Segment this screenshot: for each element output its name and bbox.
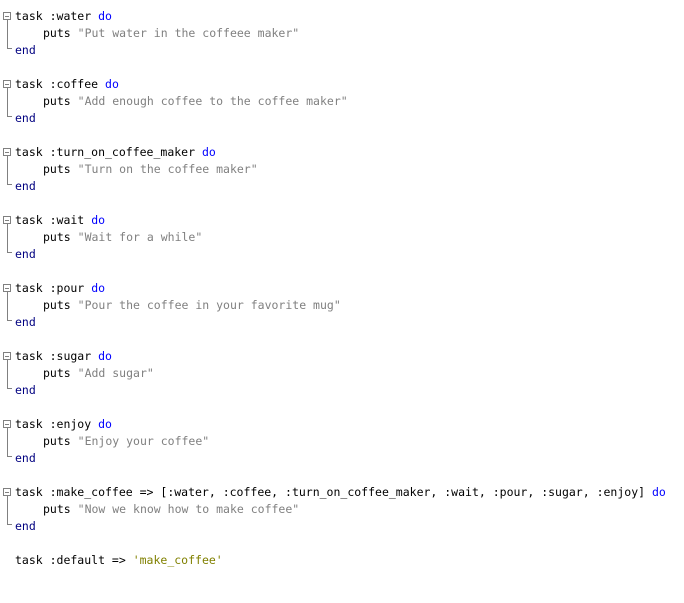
code-line: task :enjoy do xyxy=(0,416,684,433)
do-keyword: do xyxy=(651,485,666,499)
fold-toggle-icon[interactable] xyxy=(3,80,11,88)
puts-keyword: puts xyxy=(43,94,71,108)
fold-toggle-icon[interactable] xyxy=(3,284,11,292)
task-declaration: task :make_coffee => [:water, :coffee, :… xyxy=(15,485,646,499)
code-line: task :pour do xyxy=(0,280,684,297)
code-line: puts "Turn on the coffee maker" xyxy=(0,161,684,178)
task-declaration: task :coffee xyxy=(15,77,99,91)
task-declaration: task :pour xyxy=(15,281,85,295)
fold-toggle-icon[interactable] xyxy=(3,216,11,224)
code-line: task :default => 'make_coffee' xyxy=(0,552,684,569)
code-line: puts "Pour the coffee in your favorite m… xyxy=(0,297,684,314)
puts-keyword: puts xyxy=(43,502,71,516)
do-keyword: do xyxy=(91,213,106,227)
fold-toggle-icon[interactable] xyxy=(3,488,11,496)
string-literal: "Pour the coffee in your favorite mug" xyxy=(77,298,341,312)
code-line: end xyxy=(0,450,684,467)
code-line: end xyxy=(0,42,684,59)
code-line: task :make_coffee => [:water, :coffee, :… xyxy=(0,484,684,501)
code-line: task :coffee do xyxy=(0,76,684,93)
do-keyword: do xyxy=(98,9,112,23)
fold-toggle-icon[interactable] xyxy=(3,12,11,20)
do-keyword: do xyxy=(91,281,106,295)
string-literal: "Put water in the coffeee maker" xyxy=(77,26,300,40)
string-literal: "Add enough coffee to the coffee maker" xyxy=(77,94,348,108)
fold-toggle-icon[interactable] xyxy=(3,352,11,360)
default-task-declaration: task :default => xyxy=(15,553,133,567)
puts-keyword: puts xyxy=(43,434,71,448)
string-literal: "Wait for a while" xyxy=(77,230,203,244)
end-keyword: end xyxy=(15,43,36,57)
end-keyword: end xyxy=(15,111,36,125)
task-declaration: task :water xyxy=(15,9,92,23)
fold-toggle-icon[interactable] xyxy=(3,148,11,156)
code-line: task :sugar do xyxy=(0,348,684,365)
code-line: puts "Now we know how to make coffee" xyxy=(0,501,684,518)
puts-keyword: puts xyxy=(43,366,71,380)
puts-keyword: puts xyxy=(43,162,71,176)
do-keyword: do xyxy=(201,145,216,159)
end-keyword: end xyxy=(15,315,36,329)
code-line: end xyxy=(0,382,684,399)
code-line: puts "Add sugar" xyxy=(0,365,684,382)
do-keyword: do xyxy=(105,77,119,91)
code-line: puts "Add enough coffee to the coffee ma… xyxy=(0,93,684,110)
string-literal: "Now we know how to make coffee" xyxy=(77,502,300,516)
code-line: puts "Wait for a while" xyxy=(0,229,684,246)
fold-toggle-icon[interactable] xyxy=(3,420,11,428)
end-keyword: end xyxy=(15,179,36,193)
do-keyword: do xyxy=(98,349,112,363)
code-line: task :wait do xyxy=(0,212,684,229)
puts-keyword: puts xyxy=(43,26,71,40)
code-line: end xyxy=(0,246,684,263)
code-line: puts "Enjoy your coffee" xyxy=(0,433,684,450)
end-keyword: end xyxy=(15,451,36,465)
puts-keyword: puts xyxy=(43,230,71,244)
end-keyword: end xyxy=(15,247,36,261)
code-editor[interactable]: task :water do puts "Put water in the co… xyxy=(0,0,684,575)
code-line: end xyxy=(0,178,684,195)
code-line: end xyxy=(0,314,684,331)
code-line: end xyxy=(0,518,684,535)
string-literal: 'make_coffee' xyxy=(132,553,223,567)
string-literal: "Enjoy your coffee" xyxy=(77,434,210,448)
string-literal: "Turn on the coffee maker" xyxy=(77,162,258,176)
puts-keyword: puts xyxy=(43,298,71,312)
code-line: task :turn_on_coffee_maker do xyxy=(0,144,684,161)
do-keyword: do xyxy=(98,417,112,431)
task-declaration: task :turn_on_coffee_maker xyxy=(15,145,196,159)
end-keyword: end xyxy=(15,383,36,397)
end-keyword: end xyxy=(15,519,36,533)
code-line: end xyxy=(0,110,684,127)
code-line: task :water do xyxy=(0,8,684,25)
task-declaration: task :sugar xyxy=(15,349,92,363)
task-declaration: task :wait xyxy=(15,213,85,227)
code-line: puts "Put water in the coffeee maker" xyxy=(0,25,684,42)
task-declaration: task :enjoy xyxy=(15,417,92,431)
string-literal: "Add sugar" xyxy=(77,366,154,380)
